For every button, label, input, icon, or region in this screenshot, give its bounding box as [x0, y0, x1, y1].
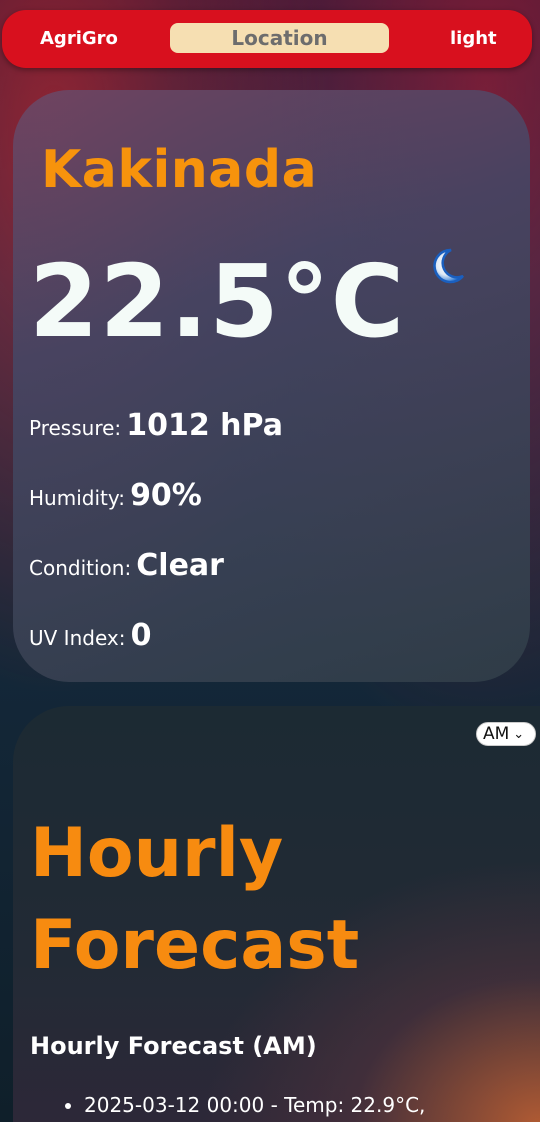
humidity-label: Humidity:	[29, 486, 125, 510]
forecast-heading-line1: Hourly	[30, 814, 284, 893]
chevron-down-icon: ⌄	[513, 726, 525, 742]
forecast-heading-line2: Forecast	[30, 906, 360, 985]
uv-index-label: UV Index:	[29, 626, 126, 650]
moon-icon	[427, 246, 467, 286]
humidity-stat: Humidity: 90%	[29, 478, 202, 513]
forecast-subheading: Hourly Forecast (AM)	[30, 1032, 317, 1060]
am-pm-select-value: AM	[483, 724, 510, 744]
forecast-list: 2025-03-12 00:00 - Temp: 22.9°C,	[66, 1093, 425, 1117]
theme-toggle[interactable]: light	[450, 28, 497, 49]
current-weather-card: Kakinada 22.5°C Pressure: 1012 hPa Humid…	[13, 90, 530, 682]
forecast-heading: Hourly Forecast	[30, 808, 359, 992]
current-temperature: 22.5°C	[29, 243, 406, 360]
humidity-value: 90%	[130, 478, 202, 513]
location-button[interactable]: Location	[170, 23, 389, 53]
city-name: Kakinada	[41, 140, 318, 200]
brand-logo[interactable]: AgriGro	[40, 28, 118, 49]
pressure-stat: Pressure: 1012 hPa	[29, 408, 283, 443]
uv-index-stat: UV Index: 0	[29, 618, 151, 653]
pressure-label: Pressure:	[29, 416, 122, 440]
uv-index-value: 0	[130, 618, 152, 653]
pressure-value: 1012 hPa	[126, 408, 283, 443]
condition-label: Condition:	[29, 556, 132, 580]
condition-value: Clear	[136, 548, 224, 583]
top-navbar: AgriGro Location light	[2, 10, 532, 68]
condition-stat: Condition: Clear	[29, 548, 224, 583]
list-item: 2025-03-12 00:00 - Temp: 22.9°C,	[84, 1093, 425, 1117]
am-pm-select[interactable]: AM ⌄	[476, 722, 536, 746]
